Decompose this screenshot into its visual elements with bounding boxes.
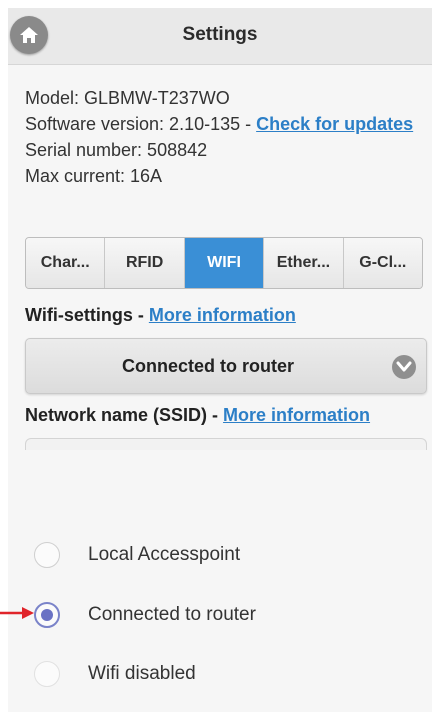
ssid-label-text: Network name (SSID) - [25,405,224,425]
tab-g-cloud[interactable]: G-Cl... [343,238,422,288]
radio-connected-to-router[interactable] [34,602,60,628]
page-title: Settings [182,24,258,45]
serial-number: Serial number: 508842 [25,140,208,160]
settings-tabs: Char... RFID WIFI Ether... G-Cl... [25,237,423,289]
max-current: Max current: 16A [25,166,163,186]
header-bar: Settings [8,8,432,65]
tab-rfid[interactable]: RFID [105,238,185,288]
wifi-more-info-link[interactable]: More information [149,305,296,325]
option-local-accesspoint[interactable]: Local Accesspoint [34,537,414,573]
option-label: Local Accesspoint [88,544,241,565]
option-label: Connected to router [88,604,256,625]
model-text: Model: GLBMW-T237WO [25,88,230,108]
settings-page: Settings Model: GLBMW-T237WO Software ve… [8,8,432,712]
wifi-mode-options-popup: Local Accesspoint Connected to router Wi… [8,450,432,712]
wifi-settings-text: Wifi-settings - [25,305,149,325]
ssid-more-info-link[interactable]: More information [223,405,370,425]
radio-wifi-disabled[interactable] [34,661,60,687]
wifi-settings-label: Wifi-settings - More information [25,305,296,326]
software-version-text: Software version: 2.10-135 - [25,114,257,134]
chevron-down-icon [392,355,416,379]
option-label: Wifi disabled [88,663,196,684]
tab-charging[interactable]: Char... [26,238,106,288]
check-updates-link[interactable]: Check for updates [256,114,413,134]
radio-local-accesspoint[interactable] [34,542,60,568]
tab-ethernet[interactable]: Ether... [264,238,344,288]
option-connected-to-router[interactable]: Connected to router [34,597,414,633]
ssid-label: Network name (SSID) - More information [25,405,370,426]
software-version: Software version: 2.10-135 - Check for u… [25,111,425,137]
option-wifi-disabled[interactable]: Wifi disabled [34,656,414,692]
wifi-mode-select[interactable]: Connected to router [25,338,427,394]
device-info: Model: GLBMW-T237WO Software version: 2.… [25,85,425,189]
red-arrow-icon [0,607,34,619]
tab-wifi[interactable]: WIFI [184,238,265,288]
wifi-mode-value: Connected to router [121,356,294,376]
